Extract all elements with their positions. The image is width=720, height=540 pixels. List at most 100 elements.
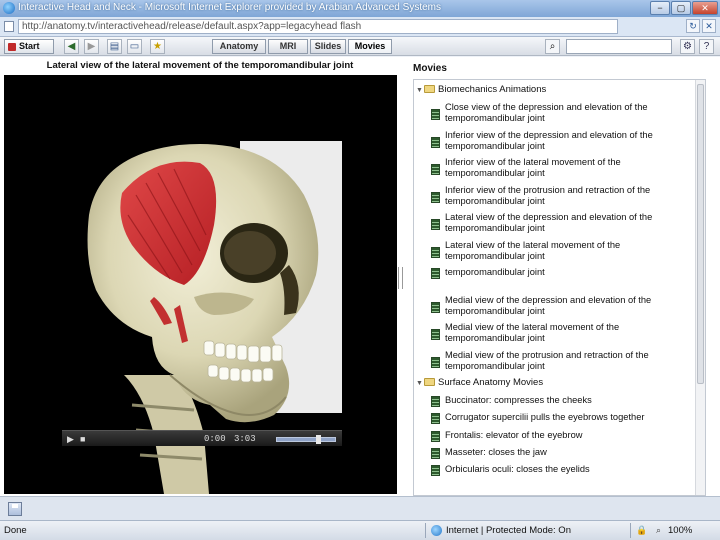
- movie-item-label: temporomandibular joint: [445, 250, 545, 261]
- movies-scrollbar[interactable]: [695, 80, 705, 495]
- movies-tree: ▼ Biomechanics Animations Close view of th…: [413, 79, 706, 496]
- expand-arrow-icon[interactable]: ▼: [416, 378, 424, 389]
- movie-item-label: Lateral view of the lateral movement of …: [445, 239, 621, 250]
- film-icon: [431, 329, 440, 340]
- movie-item-label: temporomandibular joint: [445, 113, 545, 123]
- search-input[interactable]: [566, 39, 672, 54]
- film-icon: [431, 191, 440, 203]
- movie-item-label: temporomandibular joint: [445, 333, 545, 343]
- film-icon: [431, 301, 440, 313]
- movie-item[interactable]: Medial view of the lateral movement of t…: [414, 322, 694, 348]
- film-icon: [431, 109, 440, 120]
- movie-item-label: temporomandibular joint: [445, 140, 545, 151]
- video-player[interactable]: ▶ ■ 0:00 3:03: [4, 75, 397, 494]
- video-title: Lateral view of the lateral movement of …: [46, 60, 354, 71]
- minimize-button[interactable]: −: [650, 1, 670, 15]
- expand-arrow-icon[interactable]: ▼: [416, 85, 424, 96]
- movie-item[interactable]: Inferior view of the lateral movement of…: [414, 157, 694, 183]
- scrollbar-thumb[interactable]: [697, 84, 704, 384]
- film-icon: [431, 465, 440, 477]
- favorites-star-icon[interactable]: ★: [150, 39, 165, 54]
- movie-item[interactable]: Close view of the depression and elevati…: [414, 102, 694, 128]
- tree-category-label: Biomechanics Animations: [438, 84, 547, 95]
- tree-category[interactable]: ▼ Biomechanics Animations: [416, 84, 546, 96]
- movie-item-label: Frontalis: elevator of the eyebrow: [445, 429, 583, 440]
- tree-category[interactable]: ▼ Surface Anatomy Movies: [416, 377, 543, 389]
- panel-splitter[interactable]: [398, 267, 403, 289]
- movie-item-label: Inferior view of the lateral movement of…: [445, 157, 621, 167]
- movie-item[interactable]: Inferior view of the depression and elev…: [414, 130, 694, 156]
- tab-mri[interactable]: MRI: [268, 39, 308, 54]
- forward-arrow-icon[interactable]: ▶: [84, 39, 99, 54]
- duration-time: 3:03: [234, 434, 256, 444]
- movies-heading: Movies: [413, 63, 447, 74]
- movie-item[interactable]: Lateral view of the depression and eleva…: [414, 212, 694, 238]
- movie-item[interactable]: Orbicularis oculi: closes the eyelids: [414, 464, 694, 490]
- film-icon: [431, 268, 440, 279]
- film-icon: [431, 396, 440, 407]
- tab-slides[interactable]: Slides: [310, 39, 346, 54]
- film-icon: [431, 413, 440, 425]
- search-icon[interactable]: ⌕: [545, 39, 560, 54]
- layers-icon[interactable]: ▤: [107, 39, 122, 54]
- movies-panel: Movies ▼ Biomechanics Animations Close vie…: [409, 57, 720, 496]
- movie-item-label: temporomandibular joint: [445, 223, 545, 233]
- movie-item-label: Orbicularis oculi: closes the eyelids: [445, 464, 590, 475]
- zoom-icon[interactable]: ⌕: [656, 525, 661, 536]
- tab-anatomy[interactable]: Anatomy: [212, 39, 266, 54]
- settings-gear-icon[interactable]: ⚙: [680, 39, 695, 54]
- movie-item[interactable]: Inferior view of the protrusion and retr…: [414, 185, 694, 211]
- tab-movies[interactable]: Movies: [348, 39, 392, 54]
- movie-item-label: temporomandibular joint: [445, 195, 545, 206]
- status-bar: Done Internet | Protected Mode: On 🔒 ⌕ 1…: [0, 520, 720, 540]
- start-icon: [8, 43, 16, 51]
- play-icon[interactable]: ▶: [67, 434, 74, 445]
- close-button[interactable]: ✕: [692, 1, 718, 15]
- zoom-level[interactable]: 100%: [668, 525, 692, 536]
- film-icon: [431, 164, 440, 175]
- stop-icon[interactable]: ■: [80, 434, 85, 444]
- movie-item-label: Lateral view of the depression and eleva…: [445, 212, 653, 222]
- movie-item-label: Inferior view of the depression and elev…: [445, 129, 653, 140]
- window-title-bar: Interactive Head and Neck - Microsoft In…: [0, 0, 720, 17]
- help-icon[interactable]: ?: [699, 39, 714, 54]
- movie-item[interactable]: Medial view of the protrusion and retrac…: [414, 350, 694, 376]
- elapsed-time: 0:00: [204, 434, 226, 444]
- movie-item-label: temporomandibular joint: [445, 360, 545, 371]
- player-controls: ▶ ■ 0:00 3:03: [62, 430, 342, 446]
- film-icon: [431, 430, 440, 442]
- movie-item-label: Medial view of the lateral movement of t…: [445, 322, 620, 332]
- save-icon[interactable]: [8, 502, 22, 516]
- movie-item[interactable]: Medial view of the depression and elevat…: [414, 295, 694, 321]
- film-icon: [431, 219, 440, 230]
- url-field[interactable]: http://anatomy.tv/interactivehead/releas…: [18, 19, 618, 34]
- status-text: Done: [4, 525, 27, 536]
- movie-item-label: temporomandibular joint: [445, 305, 545, 316]
- address-bar: http://anatomy.tv/interactivehead/releas…: [0, 17, 720, 37]
- movie-item-label: Corrugator supercilii pulls the eyebrows…: [445, 412, 645, 423]
- film-icon: [431, 356, 440, 368]
- movie-item-label: Buccinator: compresses the cheeks: [445, 395, 592, 405]
- maximize-button[interactable]: ▢: [671, 1, 691, 15]
- folder-icon: [424, 85, 435, 94]
- volume-knob[interactable]: [316, 435, 321, 444]
- stop-icon[interactable]: ✕: [702, 19, 716, 33]
- movie-item-label: temporomandibular joint: [445, 168, 545, 178]
- movie-item[interactable]: Lateral view of the lateral movement of …: [414, 240, 694, 266]
- volume-slider[interactable]: [276, 435, 336, 444]
- folder-icon: [424, 378, 435, 387]
- internet-explorer-icon: [3, 2, 15, 14]
- back-arrow-icon[interactable]: ◀: [64, 39, 79, 54]
- film-icon: [431, 246, 440, 258]
- internet-zone-icon: [431, 525, 442, 536]
- refresh-icon[interactable]: ↻: [686, 19, 700, 33]
- lock-icon[interactable]: 🔒: [636, 525, 647, 536]
- window-icon[interactable]: ▭: [127, 39, 142, 54]
- window-title: Interactive Head and Neck - Microsoft In…: [18, 2, 441, 13]
- tree-category-label: Surface Anatomy Movies: [438, 377, 544, 388]
- movie-item[interactable]: temporomandibular joint: [414, 267, 694, 293]
- film-icon: [431, 447, 440, 459]
- movie-item-label: Medial view of the depression and elevat…: [445, 294, 652, 305]
- bottom-toolbar: [0, 496, 720, 520]
- start-button[interactable]: Start: [4, 39, 54, 54]
